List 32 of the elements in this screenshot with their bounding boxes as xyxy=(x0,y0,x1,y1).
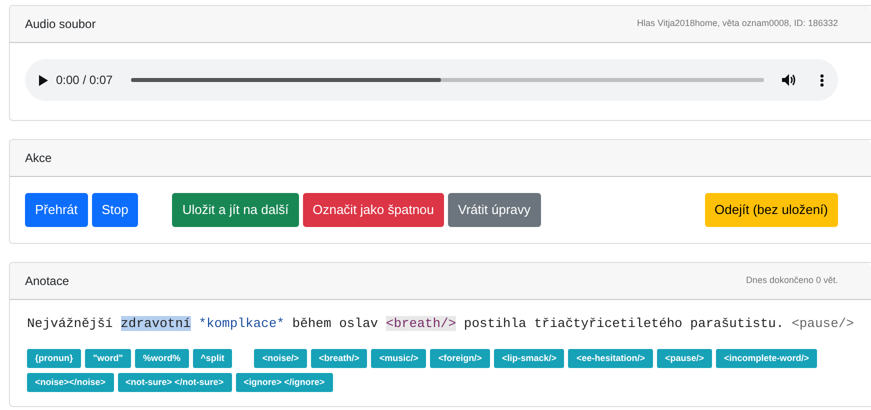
card-title: Audio soubor xyxy=(25,16,96,33)
tag-button[interactable]: <incomplete-word/> xyxy=(716,349,818,368)
play-icon[interactable] xyxy=(39,74,48,86)
annotation-sentence[interactable]: Nejvážnější zdravotní *komplkace* během oslav <breath/> postihla třiačtyřicetiletého parašutistu. <pause/> xyxy=(27,314,854,333)
tag-button[interactable]: <lip-smack/> xyxy=(494,349,564,368)
tag-button[interactable]: <noise></noise> xyxy=(27,373,114,392)
action-button[interactable]: Vrátit úpravy xyxy=(448,193,541,226)
tag-button[interactable]: {pronun} xyxy=(27,349,81,368)
action-button[interactable]: Označit jako špatnou xyxy=(302,193,444,226)
tag-button[interactable]: <foreign/> xyxy=(430,349,490,368)
audio-time: 0:00 / 0:07 xyxy=(56,72,113,89)
volume-icon[interactable] xyxy=(782,74,796,86)
tag-button[interactable]: "word" xyxy=(85,349,132,368)
tag-button[interactable]: <ignore> </ignore> xyxy=(236,373,333,392)
tag-button[interactable]: <not-sure> </not-sure> xyxy=(118,373,232,392)
card-meta: Dnes dokončeno 0 vět. xyxy=(746,274,838,287)
more-icon[interactable] xyxy=(820,74,824,86)
card-meta: Hlas Vitja2018home, věta oznam0008, ID: 186332 xyxy=(637,17,838,30)
action-button[interactable]: Odejít (bez uložení) xyxy=(704,193,838,226)
tag-button[interactable]: <music/> xyxy=(371,349,426,368)
seek-bar[interactable] xyxy=(130,78,764,82)
action-button[interactable]: Stop xyxy=(92,193,138,226)
tag-button[interactable]: ^split xyxy=(192,349,232,368)
card-title: Anotace xyxy=(25,272,70,290)
action-button[interactable]: Uložit a jít na další xyxy=(172,193,299,226)
tag-button[interactable]: <pause/> xyxy=(657,349,712,368)
tag-button[interactable]: <ee-hesitation/> xyxy=(568,349,654,368)
tag-button[interactable]: <noise/> xyxy=(254,349,307,368)
action-button[interactable]: Přehrát xyxy=(25,193,88,226)
card-title: Akce xyxy=(25,150,52,167)
tag-button[interactable]: %word% xyxy=(135,349,189,368)
tag-button[interactable]: <breath/> xyxy=(310,349,368,368)
